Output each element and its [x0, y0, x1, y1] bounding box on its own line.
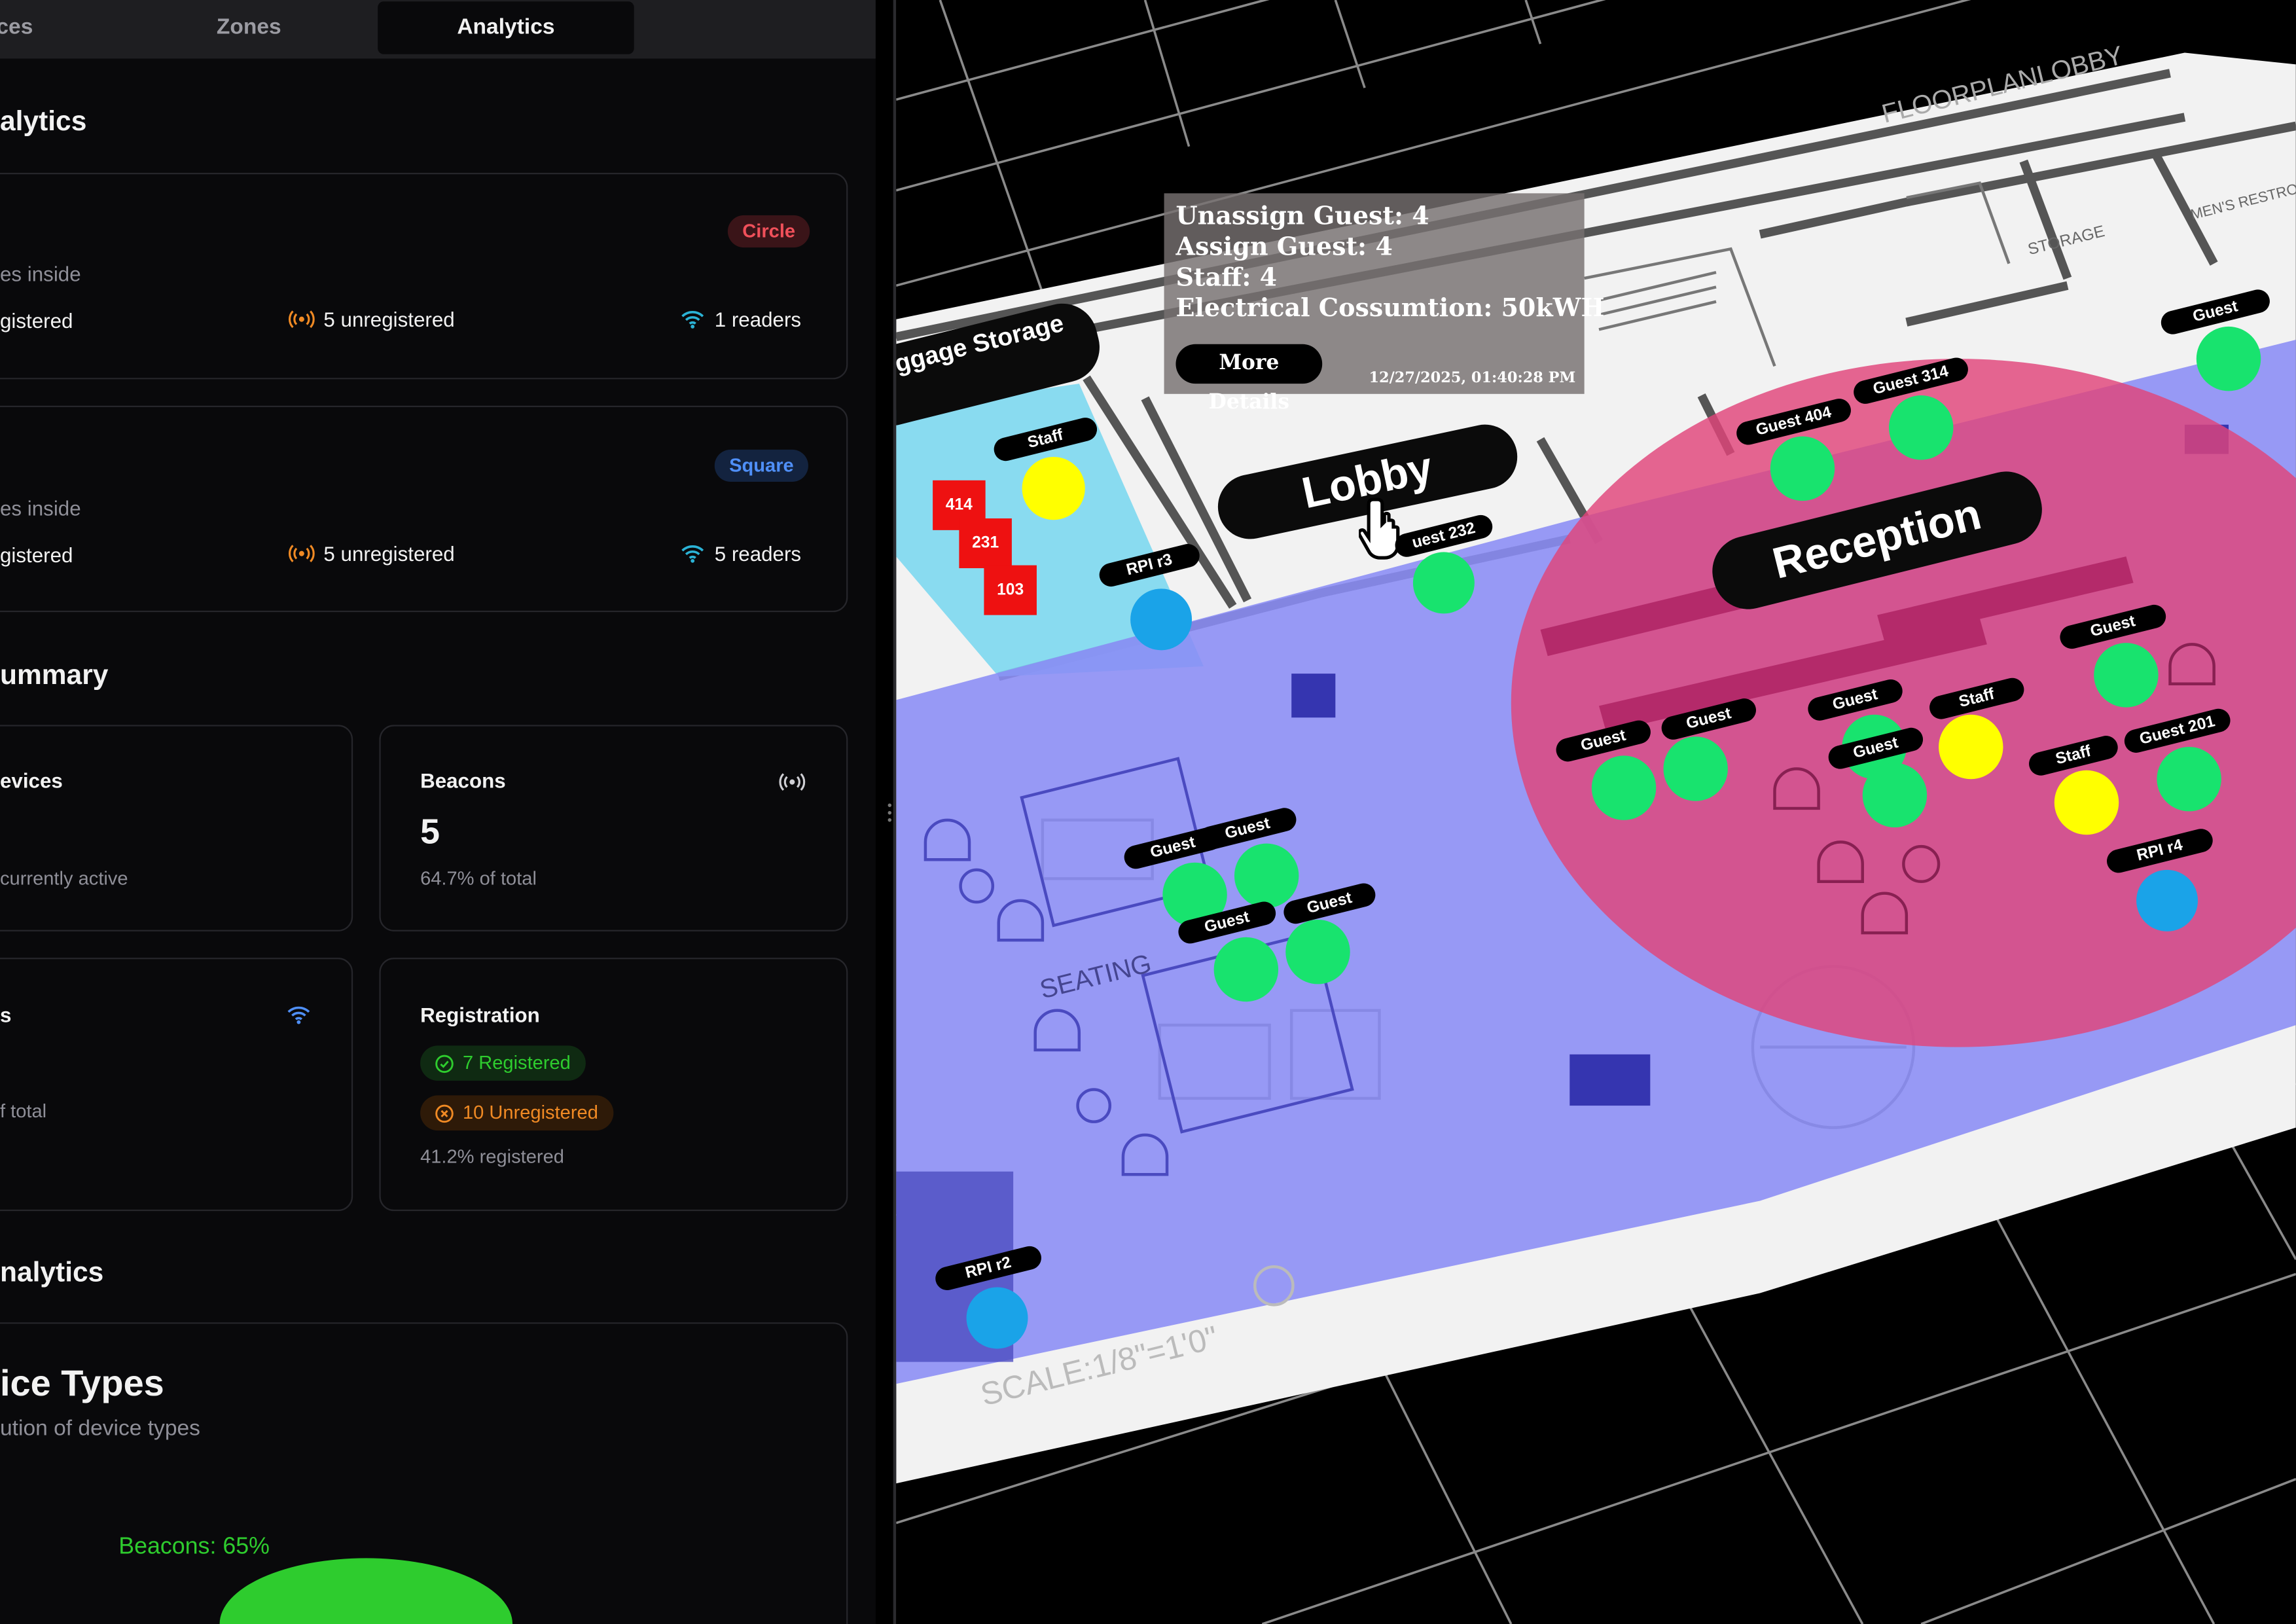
tab-devices[interactable]: ces: [0, 1, 44, 54]
device-marker-guest[interactable]: [1770, 436, 1835, 501]
readers-card: [0, 958, 353, 1212]
floorplan-3d-viewport[interactable]: FLOORPLANLOBBY STORAGE MEN'S RESTROOM SE…: [896, 0, 2296, 1624]
broadcast-icon: [288, 545, 315, 563]
registration-label: Registration: [420, 1003, 540, 1027]
x-circle-icon: [435, 1104, 454, 1123]
unregistered-badge: 10 Unregistered: [420, 1095, 613, 1131]
pillar: [1570, 1054, 1651, 1106]
tooltip-electrical: Electrical Cossumtion: 50kWH: [1175, 294, 1605, 324]
registered-count: 7 Registered: [462, 1051, 571, 1074]
zone-card-square[interactable]: [0, 405, 848, 613]
tab-analytics[interactable]: Analytics: [378, 1, 634, 54]
zone-shape-badge: Square: [714, 449, 809, 482]
tab-zones[interactable]: Zones: [132, 1, 366, 54]
registration-sub: 41.2% registered: [420, 1145, 564, 1168]
zone-unregistered-stat: 5 unregistered: [288, 541, 455, 566]
beacons-card: [379, 725, 848, 931]
device-marker-staff[interactable]: [1021, 456, 1085, 520]
red-marker[interactable]: 103: [984, 565, 1037, 615]
device-marker-guest[interactable]: [1234, 843, 1299, 909]
registration-card: [379, 958, 848, 1212]
device-types-pie: Beacons: 65%: [118, 1533, 513, 1624]
pie-slice-beacons: [219, 1558, 513, 1624]
unregistered-count: 5 unregistered: [323, 307, 455, 331]
beacons-value: 5: [420, 812, 440, 853]
beacons-label: Beacons: [420, 768, 506, 793]
wifi-icon: [681, 545, 704, 563]
drag-handle-icon[interactable]: • • •: [888, 799, 893, 827]
wifi-icon: [681, 311, 704, 329]
device-marker-guest[interactable]: [1663, 736, 1728, 801]
device-marker-guest[interactable]: [1412, 552, 1475, 614]
zone-devices-inside: es inside: [0, 262, 81, 286]
device-marker-guest[interactable]: [2196, 326, 2261, 391]
tooltip-timestamp: 12/27/2025, 01:40:28 PM: [1369, 370, 1576, 387]
zone-registered: gistered: [0, 543, 73, 567]
device-analytics-title: nalytics: [0, 1257, 104, 1289]
tooltip-staff: Staff: 4: [1175, 263, 1278, 293]
device-marker-guest[interactable]: [2157, 746, 2221, 812]
chart-subtitle: ution of device types: [0, 1416, 200, 1441]
registered-badge: 7 Registered: [420, 1045, 586, 1081]
devices-sub: currently active: [0, 867, 128, 889]
pie-label-beacons: Beacons: 65%: [118, 1533, 270, 1559]
device-marker-staff[interactable]: [1939, 714, 2003, 780]
check-circle-icon: [435, 1054, 454, 1072]
tab-bar: ces Zones Analytics: [0, 0, 876, 59]
tooltip-unassigned: Unassign Guest: 4: [1175, 202, 1429, 232]
red-marker[interactable]: 231: [959, 518, 1012, 569]
devices-label: evices: [0, 768, 63, 793]
readers-label: s: [0, 1003, 12, 1027]
device-marker-reader[interactable]: [2136, 869, 2198, 931]
device-marker-guest[interactable]: [1591, 755, 1657, 820]
broadcast-icon: [779, 773, 806, 791]
summary-title: ummary: [0, 660, 109, 691]
readers-count: 5 readers: [714, 541, 802, 566]
zone-shape-badge: Circle: [727, 215, 810, 248]
zone-devices-inside: es inside: [0, 496, 81, 520]
chart-title: ice Types: [0, 1363, 164, 1405]
beacons-sub: 64.7% of total: [420, 867, 537, 889]
device-marker-guest[interactable]: [1285, 919, 1350, 984]
zone-card-circle[interactable]: [0, 172, 848, 380]
device-marker-guest[interactable]: [1888, 395, 1954, 460]
zone-registered: gistered: [0, 309, 73, 333]
analytics-panel: ces Zones Analytics alytics Circle es in…: [0, 0, 876, 1624]
device-marker-reader[interactable]: [966, 1287, 1028, 1349]
zone-unregistered-stat: 5 unregistered: [288, 307, 455, 331]
zone-readers-stat: 5 readers: [679, 542, 801, 566]
device-marker-guest[interactable]: [1862, 763, 1928, 828]
zone-readers-stat: 1 readers: [679, 308, 801, 331]
wifi-icon: [287, 1006, 310, 1024]
pillar: [1291, 674, 1336, 718]
readers-count: 1 readers: [714, 307, 802, 331]
more-details-button[interactable]: More Details: [1175, 344, 1323, 414]
unregistered-count: 10 Unregistered: [462, 1101, 598, 1123]
unregistered-count: 5 unregistered: [323, 541, 455, 566]
broadcast-icon: [288, 310, 315, 329]
readers-sub: f total: [0, 1100, 47, 1122]
tooltip-assigned: Assign Guest: 4: [1175, 232, 1393, 262]
panel-title: alytics: [0, 107, 87, 138]
zone-info-tooltip: Unassign Guest: 4 Assign Guest: 4 Staff:…: [1164, 193, 1604, 414]
device-marker-guest[interactable]: [2094, 643, 2159, 708]
device-marker-staff[interactable]: [2054, 770, 2119, 835]
devices-card: [0, 725, 353, 931]
device-marker-guest[interactable]: [1213, 937, 1279, 1002]
device-marker-reader[interactable]: [1130, 588, 1193, 651]
